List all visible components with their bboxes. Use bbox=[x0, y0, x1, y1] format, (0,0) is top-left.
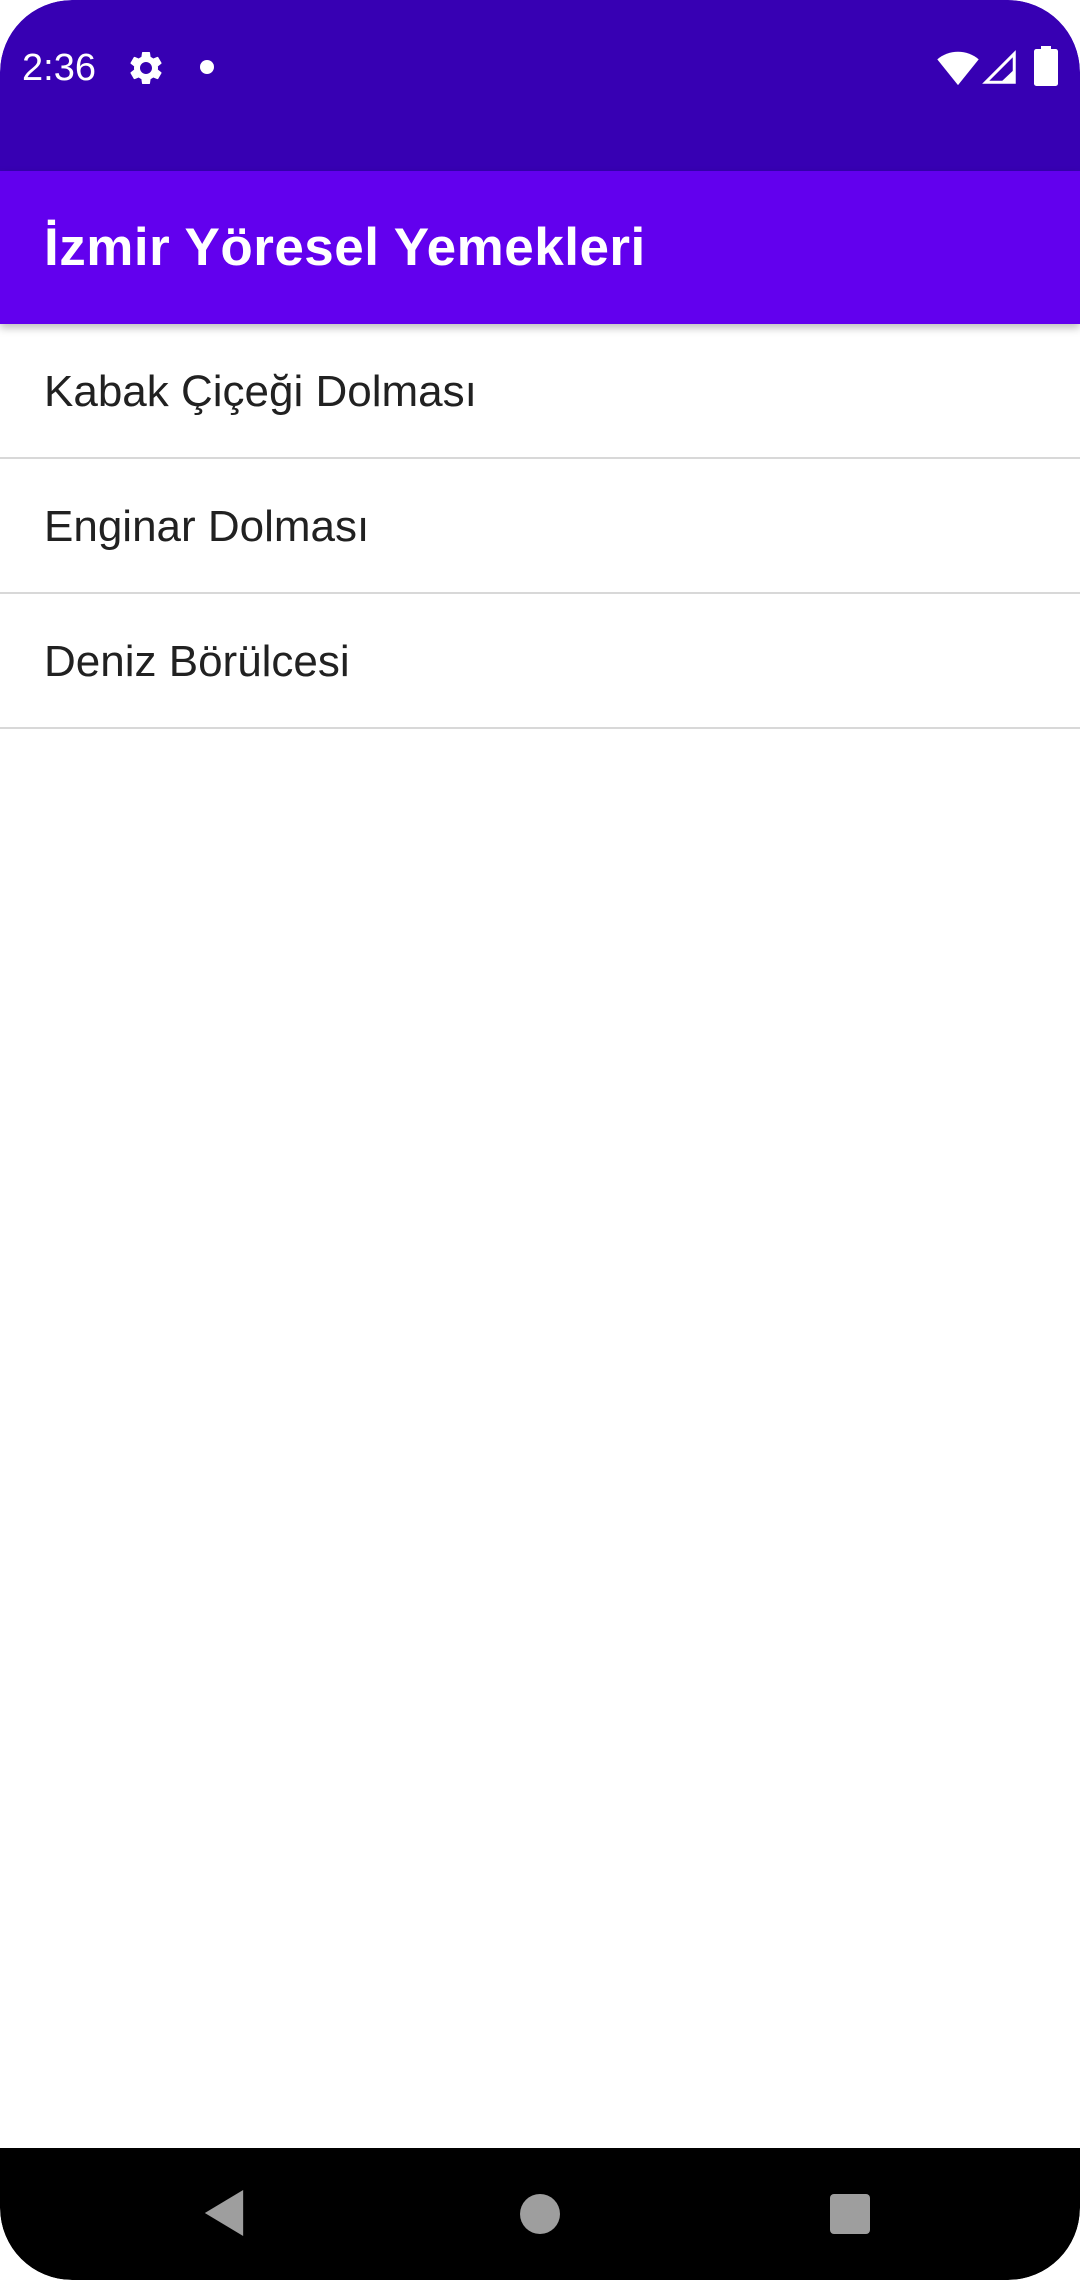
wifi-icon bbox=[937, 51, 979, 86]
app-title: İzmir Yöresel Yemekleri bbox=[44, 218, 646, 277]
recents-icon[interactable] bbox=[830, 2194, 870, 2234]
status-bar: 2:36 bbox=[0, 0, 1080, 171]
home-icon[interactable] bbox=[520, 2194, 560, 2234]
list-item-label: Kabak Çiçeği Dolması bbox=[44, 367, 477, 416]
list-item-label: Enginar Dolması bbox=[44, 502, 370, 551]
list-item[interactable]: Enginar Dolması bbox=[0, 459, 1080, 594]
battery-icon bbox=[1034, 46, 1058, 86]
list-item[interactable]: Kabak Çiçeği Dolması bbox=[0, 324, 1080, 459]
recipe-list: Kabak Çiçeği Dolması Enginar Dolması Den… bbox=[0, 324, 1080, 729]
navigation-bar bbox=[0, 2148, 1080, 2280]
back-icon[interactable] bbox=[204, 2190, 244, 2236]
status-time: 2:36 bbox=[22, 47, 96, 89]
notification-dot-icon bbox=[200, 60, 214, 74]
phone-screen: 2:36 İzmir Yöresel Yemekleri Kabak Çiçeğ… bbox=[0, 0, 1080, 2280]
cell-signal-icon bbox=[982, 50, 1016, 84]
list-item[interactable]: Deniz Börülcesi bbox=[0, 594, 1080, 729]
app-bar: İzmir Yöresel Yemekleri bbox=[0, 171, 1080, 324]
gear-icon bbox=[130, 51, 162, 84]
list-item-label: Deniz Börülcesi bbox=[44, 637, 350, 686]
